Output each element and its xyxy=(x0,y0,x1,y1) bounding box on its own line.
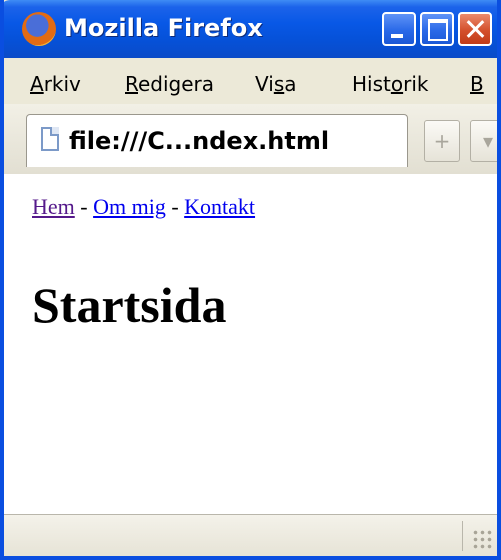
nav-link-hem[interactable]: Hem xyxy=(32,194,75,219)
close-button[interactable] xyxy=(458,12,492,46)
page-heading: Startsida xyxy=(32,277,227,333)
minimize-button[interactable] xyxy=(382,12,416,46)
menu-historik[interactable]: Historik xyxy=(352,72,428,96)
menu-bar: Arkiv Redigera Visa Historik B xyxy=(4,58,497,105)
firefox-logo-icon xyxy=(22,12,56,46)
title-bar[interactable]: Mozilla Firefox xyxy=(4,0,497,58)
page-icon xyxy=(41,127,59,151)
tab-active[interactable]: file:///C...ndex.html xyxy=(26,114,408,167)
tab-title: file:///C...ndex.html xyxy=(69,127,330,155)
menu-visa[interactable]: Visa xyxy=(255,72,297,96)
tab-list-button[interactable]: ▾ xyxy=(470,120,497,162)
browser-window: Mozilla Firefox Arkiv Redigera Visa Hist… xyxy=(0,0,501,560)
site-nav: Hem - Om mig - Kontakt xyxy=(32,194,255,220)
nav-separator: - xyxy=(165,194,185,219)
nav-link-om-mig[interactable]: Om mig xyxy=(93,194,166,219)
nav-separator: - xyxy=(74,194,94,219)
status-bar xyxy=(4,514,497,556)
window-title: Mozilla Firefox xyxy=(64,14,263,42)
new-tab-button[interactable]: + xyxy=(424,120,460,162)
menu-bokmarken[interactable]: B xyxy=(470,72,484,96)
maximize-button[interactable] xyxy=(420,12,454,46)
status-divider xyxy=(462,521,463,551)
resize-grip-icon[interactable] xyxy=(472,529,494,551)
tab-strip: file:///C...ndex.html + ▾ xyxy=(4,104,497,175)
menu-arkiv[interactable]: Arkiv xyxy=(30,72,81,96)
page-content: Hem - Om mig - Kontakt Startsida xyxy=(4,174,497,514)
nav-link-kontakt[interactable]: Kontakt xyxy=(184,194,255,219)
menu-redigera[interactable]: Redigera xyxy=(125,72,214,96)
